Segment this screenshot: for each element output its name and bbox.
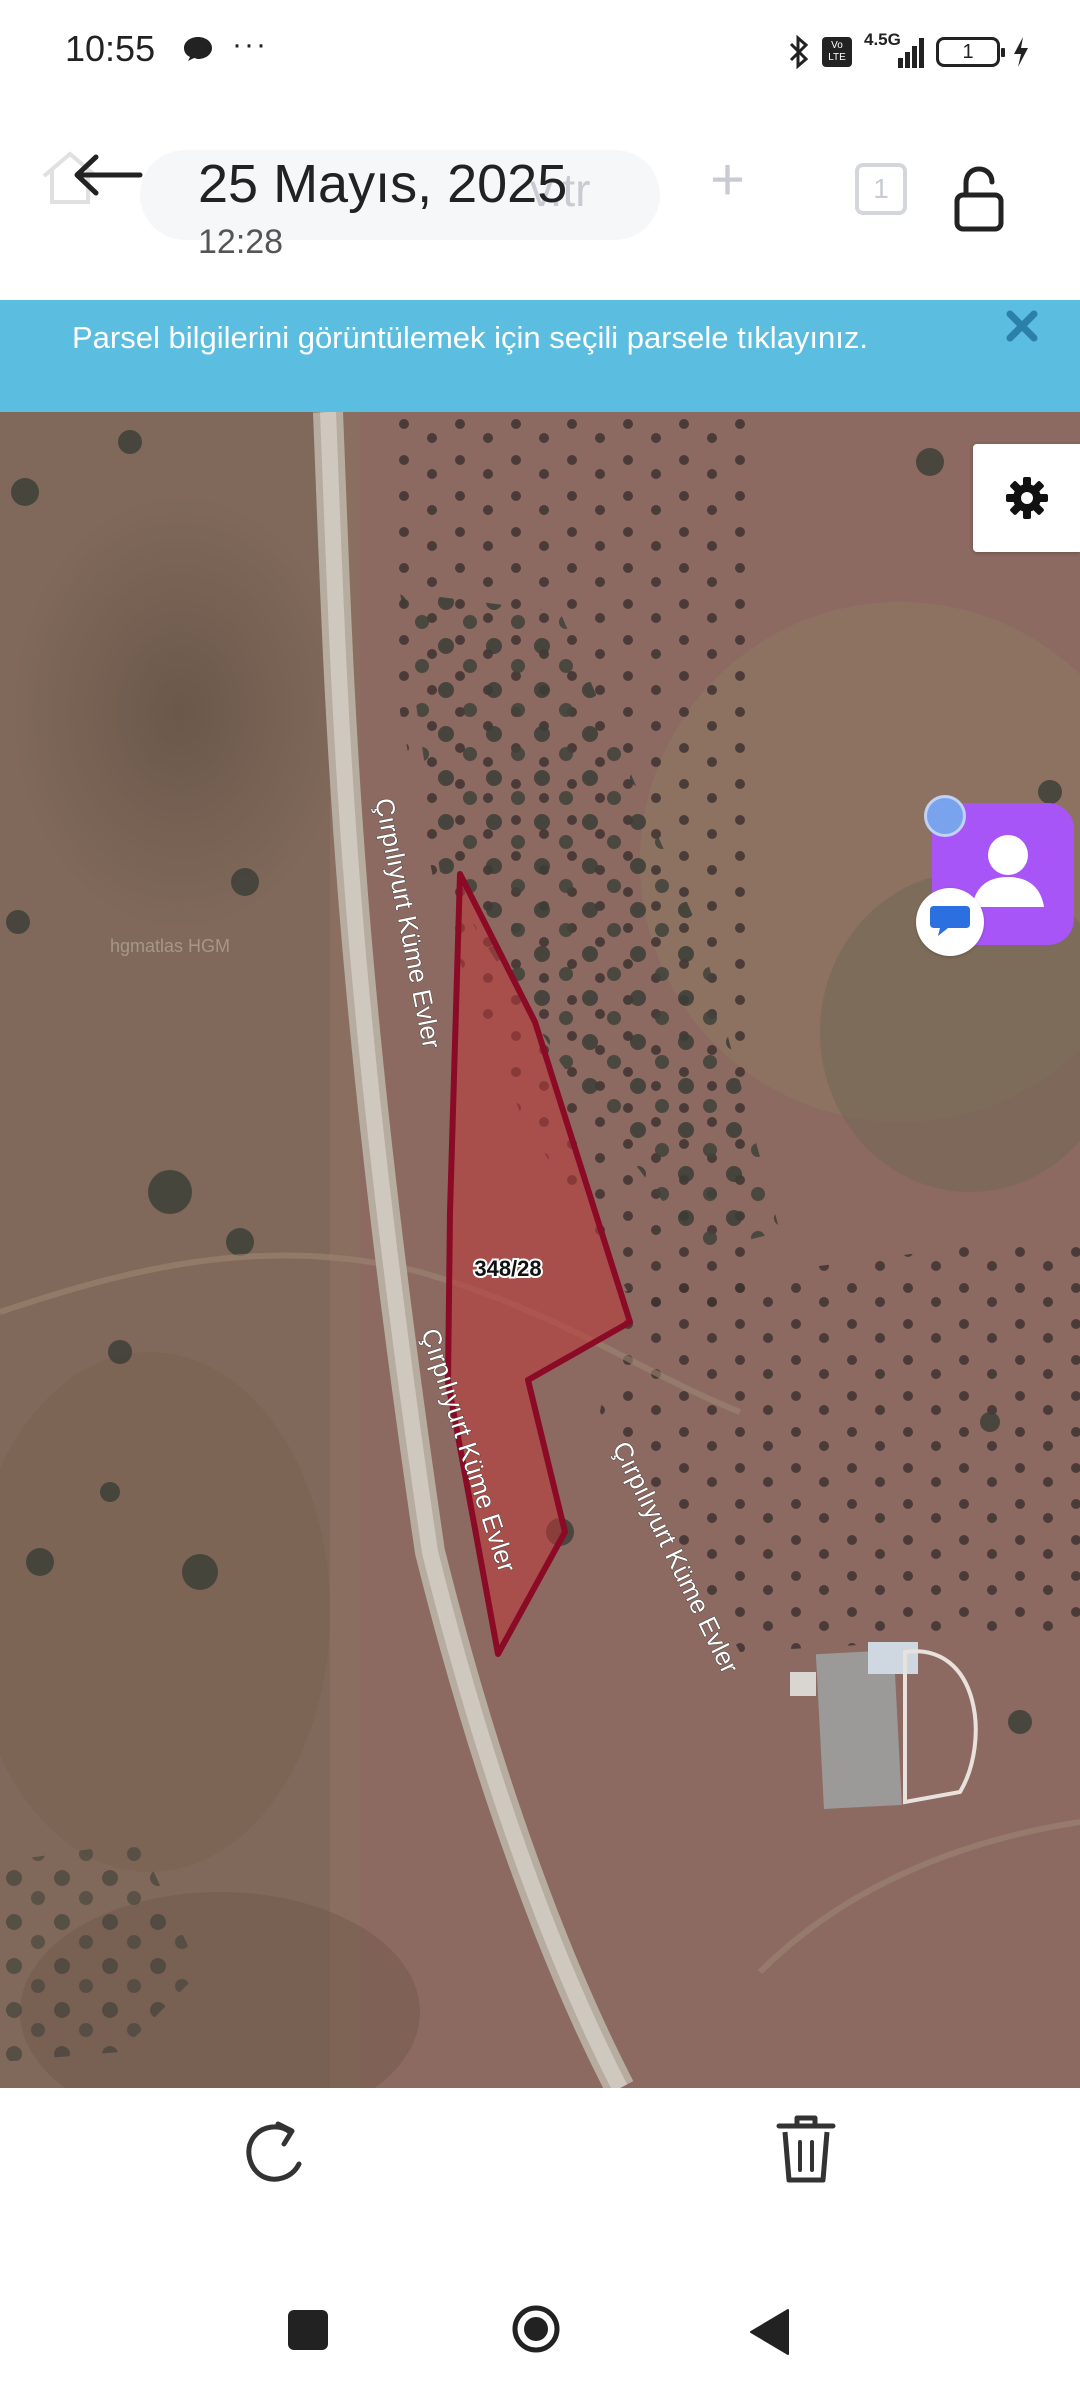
ghost-tabs-icon: 1 <box>855 163 907 215</box>
notification-dot <box>924 795 966 837</box>
chat-button[interactable] <box>916 888 984 956</box>
battery-icon: 1 <box>936 37 1005 67</box>
signal-icon: 4.5G <box>864 30 924 70</box>
more-notifications-dots: ··· <box>232 28 268 61</box>
recents-button[interactable] <box>288 2310 328 2350</box>
charging-bolt-icon <box>1014 37 1028 67</box>
refresh-icon[interactable] <box>240 2118 310 2188</box>
trash-icon[interactable] <box>775 2114 837 2184</box>
map-watermark: hgmatlas HGM <box>110 936 230 956</box>
gear-icon <box>1005 477 1048 519</box>
back-arrow-icon[interactable] <box>72 153 144 197</box>
battery-level: 1 <box>962 41 974 63</box>
chat-bubble-icon <box>184 37 212 61</box>
network-type-label: 4.5G <box>864 30 901 49</box>
system-icons: Vo LTE 4.5G 1 <box>788 30 1030 74</box>
header: v.tr + 1 25 Mayıs, 2025 12:28 <box>0 105 1080 300</box>
ghost-new-tab-icon: + <box>710 146 746 213</box>
info-banner: Parsel bilgilerini görüntülemek için seç… <box>0 300 1080 412</box>
system-nav-bar <box>0 2288 1080 2400</box>
back-triangle-icon[interactable] <box>748 2308 790 2356</box>
chat-icon <box>930 906 970 936</box>
satellite-map[interactable]: hgmatlas HGM Çırpılıyurt Küme Evler Çırp… <box>0 412 1080 2088</box>
map-canvas[interactable]: hgmatlas HGM Çırpılıyurt Küme Evler Çırp… <box>0 412 1080 2088</box>
banner-text: Parsel bilgilerini görüntülemek için seç… <box>72 320 869 355</box>
header-time: 12:28 <box>198 223 284 261</box>
volte-icon: Vo LTE <box>822 37 852 67</box>
status-time: 10:55 <box>65 28 156 69</box>
volte-label: Vo LTE <box>828 40 846 63</box>
status-bar: 10:55 ··· Vo LTE 4.5G 1 <box>0 0 1080 105</box>
map-settings-button[interactable] <box>973 444 1080 552</box>
home-button-icon[interactable] <box>511 2304 561 2354</box>
unlock-icon[interactable] <box>952 165 1008 233</box>
bluetooth-icon <box>789 34 809 70</box>
parcel-label[interactable]: 348/28 <box>472 1254 543 1283</box>
close-icon[interactable] <box>1002 306 1042 346</box>
bottom-toolbar <box>0 2088 1080 2288</box>
header-date: 25 Mayıs, 2025 <box>198 154 568 214</box>
